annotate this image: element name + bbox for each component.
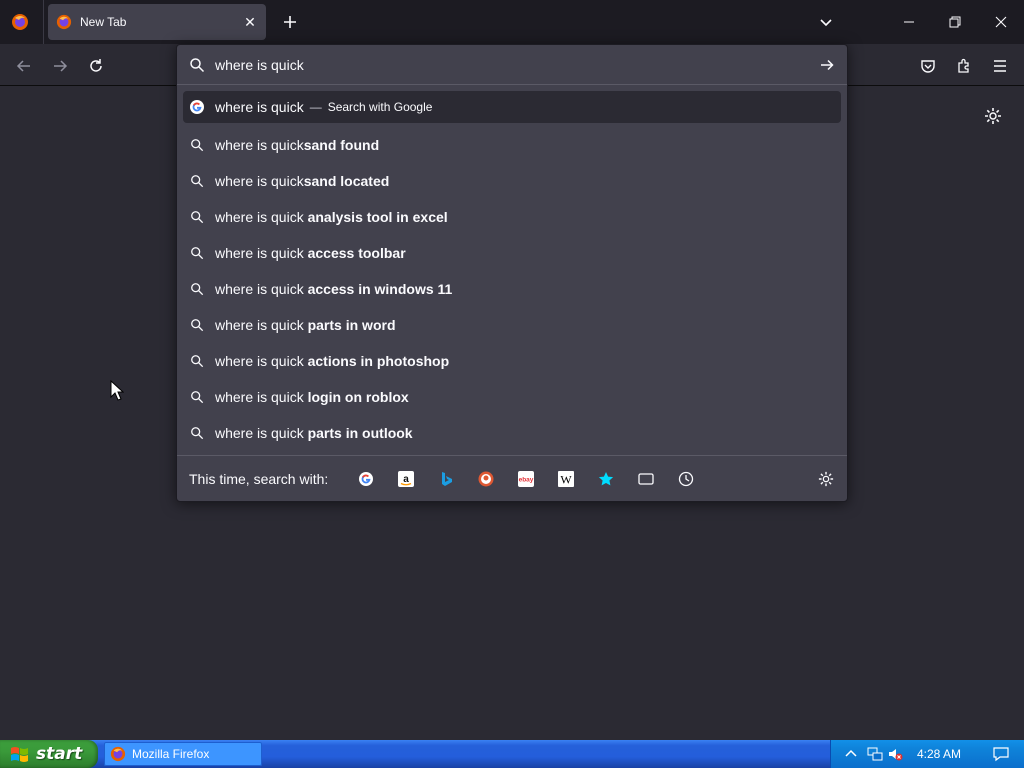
tabs-icon[interactable] (626, 463, 666, 495)
address-input[interactable]: where is quick (215, 57, 815, 73)
suggestion-typed: where is quick (215, 281, 308, 297)
windows-flag-icon (10, 745, 30, 763)
suggestion-row[interactable]: where is quick parts in word (183, 307, 841, 343)
google-icon (189, 99, 205, 115)
suggestion-row[interactable]: where is quick actions in photoshop (183, 343, 841, 379)
suggestion-row[interactable]: where is quick access toolbar (183, 235, 841, 271)
system-tray: 4:28 AM (830, 740, 1024, 768)
search-icon (189, 137, 205, 153)
firefox-icon (110, 746, 126, 762)
suggestion-row[interactable]: where is quick — Search with Google (183, 91, 841, 123)
suggestion-suffix: parts in outlook (307, 425, 413, 441)
suggestion-suffix: access in windows 11 (307, 281, 453, 297)
suggestion-typed: where is quick (215, 425, 308, 441)
app-menu-hamburger-icon[interactable] (986, 52, 1014, 80)
taskbar-item-label: Mozilla Firefox (132, 747, 210, 761)
tab-separator (43, 0, 44, 44)
close-icon[interactable] (978, 0, 1024, 44)
reload-icon[interactable] (82, 52, 110, 80)
search-icon (189, 209, 205, 225)
page-settings-gear-icon[interactable] (981, 104, 1005, 128)
go-arrow-icon[interactable] (815, 53, 839, 77)
search-icon (189, 317, 205, 333)
suggestion-row[interactable]: where is quick access in windows 11 (183, 271, 841, 307)
suggestion-row[interactable]: where is quick sand located (183, 163, 841, 199)
amazon-icon[interactable]: a (386, 463, 426, 495)
forward-arrow-icon[interactable] (46, 52, 74, 80)
suggestion-typed: where is quick (215, 317, 308, 333)
firefox-icon (56, 14, 72, 30)
one-off-search-bar: This time, search with: a ebay W (177, 455, 847, 501)
search-icon (189, 245, 205, 261)
duckduckgo-icon[interactable] (466, 463, 506, 495)
svg-text:a: a (403, 474, 409, 485)
suggestion-typed: where is quick (215, 209, 308, 225)
suggestion-row[interactable]: where is quick login on roblox (183, 379, 841, 415)
search-icon (189, 425, 205, 441)
suggestion-typed: where is quick (215, 137, 304, 153)
svg-text:ebay: ebay (519, 476, 534, 483)
ebay-icon[interactable]: ebay (506, 463, 546, 495)
new-tab-plus-icon[interactable] (278, 10, 302, 34)
pocket-icon[interactable] (914, 52, 942, 80)
minimize-icon[interactable] (886, 0, 932, 44)
mouse-cursor-icon (110, 379, 125, 402)
urlbar-dropdown: where is quick where is quick — Search w… (176, 44, 848, 502)
suggestion-suffix: login on roblox (307, 389, 409, 405)
suggestion-suffix: sand located (303, 173, 390, 189)
search-icon (189, 389, 205, 405)
taskbar-item-firefox[interactable]: Mozilla Firefox (104, 742, 262, 766)
google-icon[interactable] (346, 463, 386, 495)
extensions-puzzle-icon[interactable] (950, 52, 978, 80)
suggestion-row[interactable]: where is quick analysis tool in excel (183, 199, 841, 235)
suggestion-suffix: actions in photoshop (307, 353, 450, 369)
tray-expand-chevron-icon[interactable] (841, 744, 861, 764)
clock[interactable]: 4:28 AM (917, 747, 961, 761)
list-all-tabs-chevron-icon[interactable] (814, 10, 838, 34)
suggestion-typed: where is quick (215, 389, 308, 405)
suggestion-row[interactable]: where is quick parts in outlook (183, 415, 841, 451)
search-icon (189, 353, 205, 369)
suggestion-suffix: sand found (303, 137, 380, 153)
history-icon[interactable] (666, 463, 706, 495)
start-label: start (36, 744, 83, 764)
suggestion-list: where is quick — Search with Google wher… (183, 91, 841, 451)
suggestion-typed: where is quick (215, 99, 304, 115)
suggestion-suffix: parts in word (307, 317, 396, 333)
tab-strip: New Tab ✕ (0, 0, 1024, 44)
suggestion-typed: where is quick (215, 173, 304, 189)
search-icon (189, 281, 205, 297)
address-bar[interactable]: where is quick (177, 45, 847, 85)
tab-close-icon[interactable]: ✕ (238, 10, 262, 34)
start-button[interactable]: start (0, 740, 98, 768)
back-arrow-icon[interactable] (10, 52, 38, 80)
tab-title: New Tab (80, 15, 127, 29)
suggestion-typed: where is quick (215, 245, 308, 261)
taskbar: start Mozilla Firefox 4:28 AM (0, 740, 1024, 768)
search-icon (189, 173, 205, 189)
search-icon (189, 56, 207, 74)
search-settings-gear-icon[interactable] (815, 468, 837, 490)
svg-text:W: W (561, 472, 573, 486)
suggestion-typed: where is quick (215, 353, 308, 369)
suggestion-separator: — (309, 100, 322, 114)
network-icon[interactable] (865, 744, 885, 764)
notifications-icon[interactable] (991, 744, 1011, 764)
suggestion-suffix: access toolbar (307, 245, 406, 261)
suggestion-action: Search with Google (327, 100, 433, 114)
wikipedia-icon[interactable]: W (546, 463, 586, 495)
restore-icon[interactable] (932, 0, 978, 44)
suggestion-suffix: analysis tool in excel (307, 209, 448, 225)
bookmarks-star-icon[interactable] (586, 463, 626, 495)
bing-icon[interactable] (426, 463, 466, 495)
suggestion-row[interactable]: where is quick sand found (183, 127, 841, 163)
tab-new-tab[interactable]: New Tab ✕ (48, 4, 266, 40)
firefox-view-icon[interactable] (8, 10, 32, 34)
one-off-label: This time, search with: (189, 470, 329, 487)
volume-muted-icon[interactable] (885, 744, 905, 764)
